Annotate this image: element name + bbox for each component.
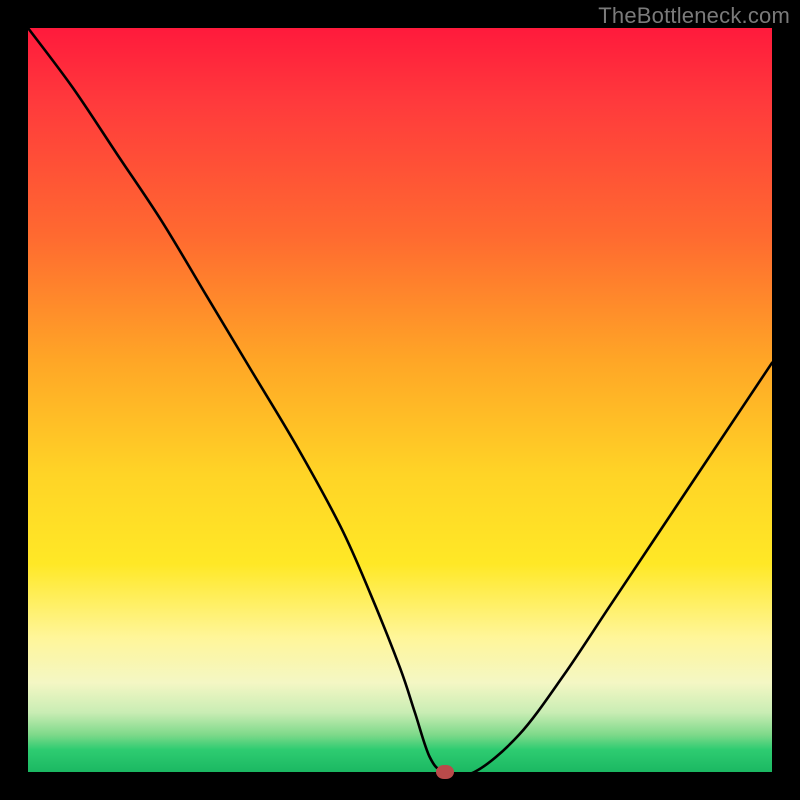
curve-svg [28,28,772,772]
attribution-text: TheBottleneck.com [598,3,790,29]
optimum-marker [436,765,454,779]
bottleneck-curve-path [28,28,772,772]
plot-area [28,28,772,772]
chart-frame: TheBottleneck.com [0,0,800,800]
